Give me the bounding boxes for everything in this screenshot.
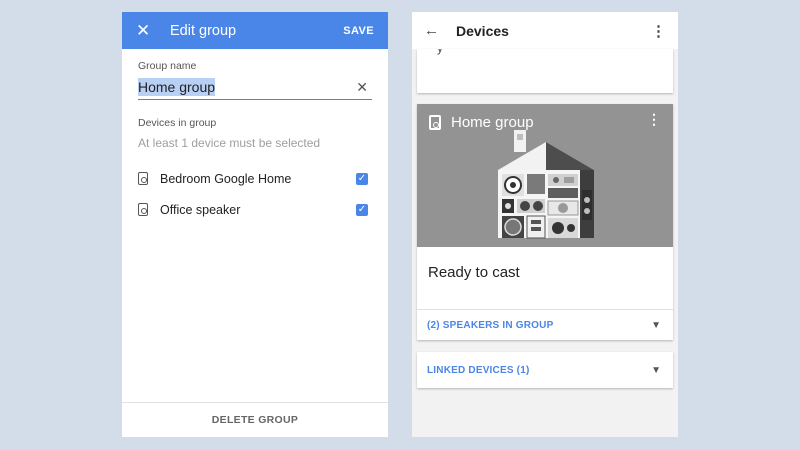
previous-device-card: y (417, 49, 673, 93)
page-title: Edit group (170, 22, 237, 39)
group-card-title: Home group (451, 114, 534, 131)
device-checkbox[interactable]: ✓ (356, 172, 368, 185)
device-name: Office speaker (160, 202, 241, 217)
linked-devices-label: LINKED DEVICES (1) (427, 364, 530, 376)
more-vert-icon[interactable]: ⋮ (651, 22, 666, 40)
speaker-icon (138, 203, 148, 216)
devices-screen: ← Devices ⋮ y Home group ⋮ (412, 12, 678, 437)
speaker-group-icon (429, 115, 441, 130)
group-name-value[interactable]: Home group (138, 78, 216, 96)
chevron-down-icon[interactable]: ▼ (651, 320, 661, 331)
device-name: Bedroom Google Home (160, 171, 292, 186)
card-more-vert-icon[interactable]: ⋮ (647, 111, 661, 128)
device-row-bedroom[interactable]: Bedroom Google Home ✓ (138, 163, 372, 194)
speaker-icon (138, 172, 148, 185)
save-button[interactable]: SAVE (343, 25, 374, 37)
clear-icon[interactable]: ✕ (356, 79, 372, 96)
cast-status: Ready to cast (428, 264, 520, 281)
speakers-in-group-row[interactable]: (2) SPEAKERS IN GROUP ▼ (417, 309, 673, 340)
home-group-card[interactable]: Home group ⋮ Ready to cast (2) SPEAKERS … (417, 104, 673, 340)
group-name-label: Group name (138, 60, 197, 72)
page-title: Devices (456, 22, 509, 39)
devices-app-bar: ← Devices ⋮ (412, 12, 678, 49)
back-arrow-icon[interactable]: ← (424, 22, 456, 39)
close-icon[interactable]: ✕ (136, 22, 162, 39)
selection-hint: At least 1 device must be selected (138, 136, 321, 150)
edit-group-app-bar: ✕ Edit group SAVE (122, 12, 388, 49)
device-row-office[interactable]: Office speaker ✓ (138, 194, 372, 225)
edit-group-form: Group name Home group ✕ Devices in group… (122, 60, 388, 225)
speakers-in-group-label: (2) SPEAKERS IN GROUP (427, 319, 554, 331)
chevron-down-icon[interactable]: ▼ (651, 365, 661, 376)
speaker-house-illustration (498, 130, 594, 239)
cut-off-text: y (437, 49, 443, 55)
group-hero-banner: Home group ⋮ (417, 104, 673, 247)
group-name-input[interactable]: Home group ✕ (138, 78, 372, 100)
device-checkbox[interactable]: ✓ (356, 203, 368, 216)
linked-devices-row[interactable]: LINKED DEVICES (1) ▼ (417, 352, 673, 388)
delete-group-button[interactable]: DELETE GROUP (122, 402, 388, 437)
devices-in-group-label: Devices in group (138, 117, 217, 129)
edit-group-screen: ✕ Edit group SAVE Group name Home group … (122, 12, 388, 437)
